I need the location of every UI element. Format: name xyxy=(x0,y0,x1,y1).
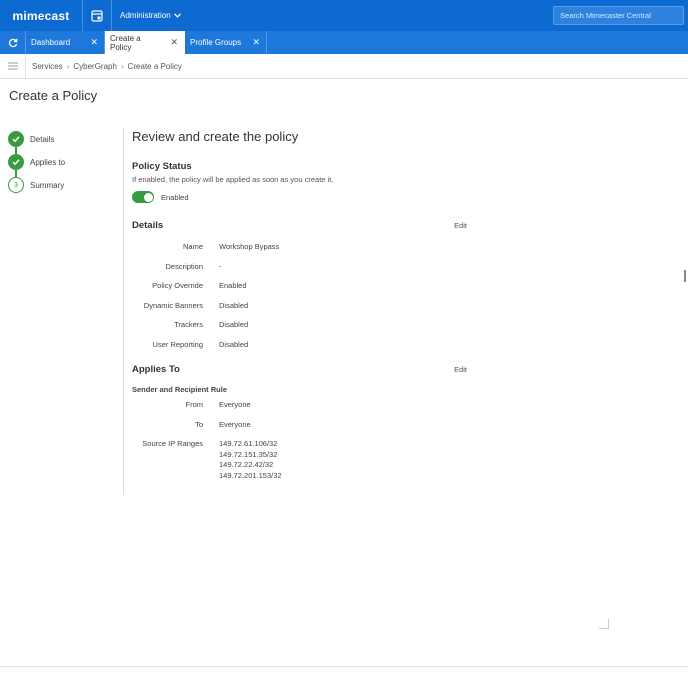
details-list: Name Workshop Bypass Description - Polic… xyxy=(132,242,467,359)
detail-row-trackers: Trackers Disabled xyxy=(132,320,467,340)
tab-create-a-policy[interactable]: Create a Policy ✕ xyxy=(105,31,185,54)
ip-range-list: 149.72.61.106/32 149.72.151.35/32 149.72… xyxy=(219,439,282,481)
applies-to-title: Applies To xyxy=(132,364,180,375)
footer-divider xyxy=(0,666,688,667)
rule-key: Source IP Ranges xyxy=(142,439,203,448)
detail-value: Enabled xyxy=(219,281,247,290)
toggle-label: Enabled xyxy=(161,192,189,202)
close-icon[interactable]: ✕ xyxy=(90,37,98,48)
checkmark-icon xyxy=(8,154,24,170)
checkmark-icon xyxy=(8,131,24,147)
content-divider xyxy=(123,128,124,495)
breadcrumb-services[interactable]: Services xyxy=(32,62,63,71)
detail-key: Policy Override xyxy=(152,281,203,290)
step-label: Details xyxy=(30,134,55,144)
chevron-right-icon: › xyxy=(120,61,124,71)
details-section-header: Details Edit xyxy=(132,220,467,231)
ip-range: 149.72.201.153/32 xyxy=(219,470,282,480)
rule-key: To xyxy=(195,419,203,429)
search-input[interactable]: Search Mimecaster Central xyxy=(553,6,684,25)
detail-row-name: Name Workshop Bypass xyxy=(132,242,467,262)
breadcrumb-cybergraph[interactable]: CyberGraph xyxy=(73,62,117,71)
review-heading: Review and create the policy xyxy=(132,129,299,144)
rule-key: From xyxy=(185,400,204,409)
applies-to-section-header: Applies To Edit xyxy=(132,364,467,375)
menu-icon[interactable] xyxy=(0,53,26,79)
breadcrumb-bar: Services › CyberGraph › Create a Policy xyxy=(0,53,688,79)
ip-range: 149.72.61.106/32 xyxy=(219,439,278,448)
rule-value: Everyone xyxy=(219,419,251,429)
close-icon[interactable]: ✕ xyxy=(252,37,260,48)
applies-to-list: From Everyone To Everyone Source IP Rang… xyxy=(132,400,467,481)
tab-label: Create a Policy xyxy=(110,33,141,52)
policy-status-toggle-row: Enabled xyxy=(132,191,467,203)
detail-row-user-reporting: User Reporting Disabled xyxy=(132,340,467,360)
rule-value: Everyone xyxy=(219,400,251,409)
ip-range: 149.72.151.35/32 xyxy=(219,449,278,459)
step-applies-to[interactable]: Applies to xyxy=(8,154,65,170)
rule-row-to: To Everyone xyxy=(132,420,467,440)
resize-corner xyxy=(599,619,609,629)
detail-key: Description xyxy=(165,261,203,271)
detail-value: Disabled xyxy=(219,300,249,310)
detail-value: Disabled xyxy=(219,339,249,349)
mimecast-logo[interactable]: mimecast xyxy=(0,0,82,31)
detail-key: Trackers xyxy=(174,320,203,329)
applies-to-edit-link[interactable]: Edit xyxy=(454,365,467,374)
step-connector xyxy=(15,147,17,154)
tab-label: Dashboard xyxy=(31,38,71,47)
tab-label: Profile Groups xyxy=(190,38,242,47)
policy-status-title: Policy Status xyxy=(132,161,192,172)
step-label: Summary xyxy=(30,180,65,190)
rule-row-from: From Everyone xyxy=(132,400,467,420)
detail-row-description: Description - xyxy=(132,262,467,282)
detail-value: Disabled xyxy=(219,320,249,329)
rule-title: Sender and Recipient Rule xyxy=(132,385,228,394)
step-summary[interactable]: 3 Summary xyxy=(8,177,65,193)
detail-row-policy-override: Policy Override Enabled xyxy=(132,281,467,301)
review-panel: Review and create the policy Policy Stat… xyxy=(132,129,467,481)
details-title: Details xyxy=(132,220,164,231)
detail-value: - xyxy=(219,261,222,271)
tab-dashboard[interactable]: Dashboard ✕ xyxy=(26,31,105,54)
chevron-down-icon xyxy=(173,13,181,18)
breadcrumb-create-a-policy: Create a Policy xyxy=(127,61,182,71)
rule-row-source-ip: Source IP Ranges 149.72.61.106/32 149.72… xyxy=(132,439,467,481)
policy-status-toggle[interactable] xyxy=(132,191,154,203)
tab-bar: Dashboard ✕ Create a Policy ✕ Profile Gr… xyxy=(0,31,688,54)
detail-key: User Reporting xyxy=(152,339,203,349)
detail-key: Name xyxy=(182,242,203,251)
administration-menu-label: Administration xyxy=(120,11,171,20)
scrollbar-marker[interactable] xyxy=(684,270,686,282)
detail-value: Workshop Bypass xyxy=(219,242,280,251)
toggle-knob xyxy=(143,192,153,202)
close-icon[interactable]: ✕ xyxy=(170,37,178,48)
policy-status-description: If enabled, the policy will be applied a… xyxy=(132,175,334,184)
ip-range: 149.72.22.42/32 xyxy=(219,460,274,469)
details-edit-link[interactable]: Edit xyxy=(454,221,467,230)
step-details[interactable]: Details xyxy=(8,131,65,147)
apps-grid-icon[interactable] xyxy=(83,0,111,31)
detail-key: Dynamic Banners xyxy=(143,300,203,310)
chevron-right-icon: › xyxy=(66,61,70,71)
detail-row-dynamic-banners: Dynamic Banners Disabled xyxy=(132,301,467,321)
administration-menu[interactable]: Administration xyxy=(112,0,181,31)
top-bar: mimecast Administration Search Mimecaste… xyxy=(0,0,688,31)
page-title: Create a Policy xyxy=(9,88,98,103)
step-number: 3 xyxy=(8,177,24,193)
breadcrumb: Services › CyberGraph › Create a Policy xyxy=(26,62,182,71)
tab-profile-groups[interactable]: Profile Groups ✕ xyxy=(185,31,267,54)
wizard-stepper: Details Applies to 3 Summary xyxy=(8,131,65,200)
refresh-icon[interactable] xyxy=(0,31,26,54)
step-connector xyxy=(15,170,17,177)
step-label: Applies to xyxy=(30,157,66,167)
